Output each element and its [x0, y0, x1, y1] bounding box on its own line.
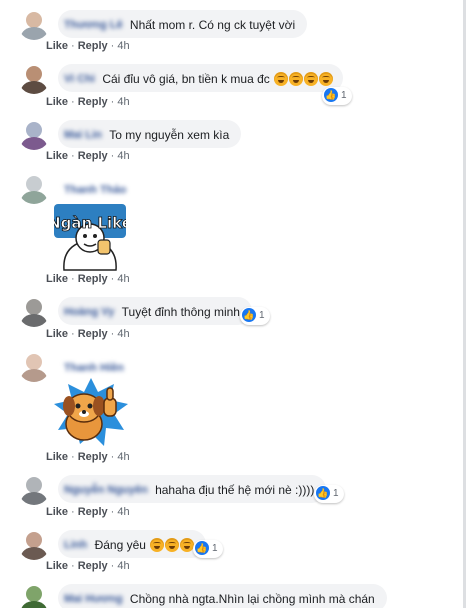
reply-link[interactable]: Reply [78, 560, 108, 572]
like-link[interactable]: Like [46, 328, 68, 340]
avatar[interactable] [18, 473, 50, 505]
reaction-count[interactable]: 👍 1 [240, 307, 270, 325]
laughing-emoji-icon [289, 71, 304, 86]
comment-actions: Like · Reply · 4h [46, 273, 130, 285]
commenter-name[interactable]: Mai Lin [64, 121, 102, 149]
ngan-like-sticker[interactable]: Ngàn Like [48, 200, 132, 277]
comment-bubble: Nguyễn Nguyên hahaha địu thế hệ mới nè :… [58, 475, 327, 504]
commenter-name[interactable]: Thanh Thảo [64, 181, 126, 199]
commenter-name[interactable]: Nguyễn Nguyên [64, 476, 148, 504]
reaction-count[interactable]: 👍 1 [314, 485, 344, 503]
avatar[interactable] [18, 8, 50, 40]
comment-text: Chồng nhà ngta.Nhìn lại chồng mình mà ch… [129, 591, 375, 606]
comment-text: To my nguyễn xem kìa [109, 127, 230, 142]
reply-link[interactable]: Reply [78, 451, 108, 463]
thumbs-up-dog-sticker[interactable] [54, 378, 128, 449]
comment-text: Cái đỉu vô giá, bn tiền k mua đc [102, 71, 270, 86]
comment-text: Nhất mom r. Có ng ck tuyệt vời [129, 17, 296, 32]
like-link[interactable]: Like [46, 506, 68, 518]
reply-link[interactable]: Reply [78, 273, 108, 285]
like-link[interactable]: Like [46, 150, 68, 162]
timestamp[interactable]: 4h [117, 451, 129, 463]
laughing-emoji-icon [319, 71, 334, 86]
reply-link[interactable]: Reply [78, 328, 108, 340]
like-reaction-icon: 👍 [324, 88, 338, 103]
laughing-emoji-icon [274, 71, 289, 86]
comment-bubble: Mai Lin To my nguyễn xem kìa [58, 120, 242, 149]
like-link[interactable]: Like [46, 273, 68, 285]
comment-bubble: Vi Chi Cái đỉu vô giá, bn tiền k mua đc [58, 64, 344, 93]
like-reaction-icon: 👍 [316, 486, 330, 501]
avatar[interactable] [18, 118, 50, 150]
commenter-name[interactable]: Vi Chi [64, 65, 95, 93]
comment-actions: Like · Reply · 4h [46, 451, 130, 463]
rolling-laughing-emoji-icon [165, 537, 180, 552]
avatar[interactable] [18, 350, 50, 382]
comment-actions: Like · Reply · 4h [46, 150, 130, 162]
comment-bubble: Thanh Thảo [58, 180, 142, 198]
like-reaction-icon: 👍 [242, 308, 256, 323]
comment-bubble: Hoàng Vy Tuyệt đỉnh thông minh [58, 297, 252, 325]
comment-bubble: Mai Hương Chồng nhà ngta.Nhìn lại chồng … [58, 584, 387, 608]
commenter-name[interactable]: Thanh Hiền [64, 359, 124, 377]
avatar[interactable] [18, 172, 50, 204]
comment-actions: Like · Reply · 4h [46, 96, 130, 108]
reply-link[interactable]: Reply [78, 96, 108, 108]
like-link[interactable]: Like [46, 451, 68, 463]
timestamp[interactable]: 4h [117, 328, 129, 340]
timestamp[interactable]: 4h [117, 150, 129, 162]
comment-bubble: Thanh Hiền [58, 358, 140, 376]
like-reaction-icon: 👍 [195, 541, 209, 556]
comment-bubble: Linh Đáng yêu [58, 530, 207, 559]
reaction-count[interactable]: 👍 1 [322, 87, 352, 105]
like-link[interactable]: Like [46, 40, 68, 52]
like-link[interactable]: Like [46, 560, 68, 572]
comment-text: Đáng yêu [94, 537, 146, 552]
comment-actions: Like · Reply · 4h [46, 40, 130, 52]
laughing-emoji-icon [304, 71, 319, 86]
like-link[interactable]: Like [46, 96, 68, 108]
comment-actions: Like · Reply · 4h [46, 328, 130, 340]
timestamp[interactable]: 4h [117, 40, 129, 52]
timestamp[interactable]: 4h [117, 506, 129, 518]
comment-actions: Like · Reply · 4h [46, 506, 130, 518]
comment-text: hahaha địu thế hệ mới nè :)))) [155, 482, 315, 497]
reply-link[interactable]: Reply [78, 40, 108, 52]
avatar[interactable] [18, 582, 50, 608]
comment-actions: Like · Reply · 4h [46, 560, 130, 572]
comment-bubble: Thương Lê Nhất mom r. Có ng ck tuyệt vời [58, 10, 308, 39]
avatar[interactable] [18, 295, 50, 327]
reply-link[interactable]: Reply [78, 150, 108, 162]
sticker-text: Ngàn Like [54, 214, 126, 232]
timestamp[interactable]: 4h [117, 273, 129, 285]
commenter-name[interactable]: Hoàng Vy [64, 298, 114, 326]
reply-link[interactable]: Reply [78, 506, 108, 518]
avatar[interactable] [18, 528, 50, 560]
timestamp[interactable]: 4h [117, 96, 129, 108]
rolling-laughing-emoji-icon [150, 537, 165, 552]
avatar[interactable] [18, 62, 50, 94]
commenter-name[interactable]: Mai Hương [64, 585, 123, 608]
reaction-count[interactable]: 👍 1 [193, 540, 223, 558]
commenter-name[interactable]: Linh [64, 531, 87, 559]
commenter-name[interactable]: Thương Lê [64, 11, 123, 39]
comment-text: Tuyệt đỉnh thông minh [121, 304, 240, 319]
timestamp[interactable]: 4h [117, 560, 129, 572]
